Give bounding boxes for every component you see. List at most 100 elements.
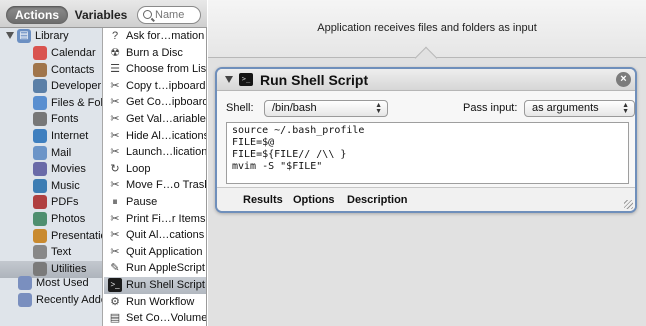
action-card-run-shell-script[interactable]: >_ Run Shell Script × Shell: /bin/bash ▲… — [215, 67, 637, 213]
library-root-label: Library — [35, 30, 69, 42]
workflow-area[interactable]: Application receives files and folders a… — [208, 0, 646, 326]
music-icon — [33, 178, 47, 193]
actions-tab[interactable]: Actions — [6, 6, 68, 24]
action-card-title: Run Shell Script — [260, 72, 369, 88]
library-item-label: Calendar — [51, 47, 96, 59]
action-item[interactable]: ✎ Run AppleScript — [104, 260, 206, 277]
library-item-label: Contacts — [51, 63, 95, 76]
workflow-receives-text: Application receives files and folders a… — [317, 22, 537, 34]
loop-icon: ↻ — [110, 162, 120, 175]
library-item[interactable]: Text — [0, 244, 102, 261]
quit-all-icon: ✂ — [110, 229, 120, 242]
action-item[interactable]: ⚙ Run Workflow — [104, 294, 206, 311]
library-item[interactable]: Mail — [0, 145, 102, 162]
action-item-label: Hide Al…ications — [126, 129, 207, 142]
library-list[interactable]: ▤ Library Calendar Contacts Developer Files… — [0, 28, 103, 326]
photos-icon — [33, 212, 47, 226]
action-item-label: Run Shell Script — [126, 279, 205, 291]
workflow-icon: ⚙ — [110, 295, 120, 308]
print-icon: ✂ — [110, 212, 120, 225]
pass-input-label: Pass input: — [463, 102, 518, 114]
launch-app-icon: ✂ — [110, 146, 120, 159]
text-icon — [33, 245, 47, 260]
action-item-label: Burn a Disc — [126, 46, 183, 59]
library-item-label: Music — [51, 179, 80, 192]
action-card-footer: Results Options Description — [217, 187, 635, 211]
library-item[interactable]: Presentations — [0, 228, 102, 245]
smart-group-label: Most Used — [36, 277, 89, 289]
pause-icon: ⏸ — [112, 196, 118, 208]
library-item[interactable]: Movies — [0, 161, 102, 178]
library-item-label: Text — [51, 246, 72, 259]
volume-icon: ▤ — [109, 312, 121, 325]
action-item[interactable]: ✂ Get Co…ipboard — [104, 94, 206, 111]
action-item-label: Ask for…mation — [126, 30, 205, 42]
fonts-icon — [33, 112, 47, 127]
close-icon[interactable]: × — [616, 72, 631, 87]
action-item[interactable]: ▤ Set Co…Volume — [104, 310, 207, 326]
action-item[interactable]: ✂ Quit Al…cations — [104, 227, 206, 244]
library-item[interactable]: Photos — [0, 211, 102, 228]
terminal-icon: >_ — [108, 278, 122, 292]
action-item-label: Quit Al…cations — [126, 229, 205, 242]
disclosure-triangle-icon[interactable] — [6, 32, 14, 39]
tab-description[interactable]: Description — [347, 194, 408, 206]
script-editor[interactable]: source ~/.bash_profile FILE=$@ FILE=${FI… — [226, 122, 629, 184]
pass-input-select[interactable]: as arguments ▲ ▼ — [524, 100, 635, 117]
action-item[interactable]: ✂ Hide Al…ications — [104, 128, 207, 145]
library-item[interactable]: Fonts — [0, 111, 102, 128]
utilities-icon — [33, 261, 47, 276]
library-icon: ▤ — [17, 29, 31, 43]
library-item[interactable]: Internet — [0, 128, 102, 145]
collapse-triangle-icon[interactable] — [225, 76, 233, 83]
trash-icon: ✂ — [110, 179, 120, 192]
library-item[interactable]: Developer — [0, 78, 102, 95]
library-item-label: Internet — [51, 130, 89, 142]
search-icon — [143, 10, 152, 19]
action-item-label: Move F…o Trash — [126, 179, 207, 192]
library-item[interactable]: Music — [0, 178, 102, 195]
library-item-label: Presentations — [51, 229, 102, 242]
smart-group-item[interactable]: Most Used — [0, 275, 102, 292]
library-root[interactable]: ▤ Library — [0, 28, 102, 45]
variables-tab[interactable]: Variables — [70, 6, 132, 24]
action-list[interactable]: ? Ask for…mation ☢ Burn a Disc ☰ Choose from … — [104, 28, 207, 326]
library-item-label: Files & Folders — [51, 96, 103, 109]
tab-results[interactable]: Results — [243, 194, 283, 206]
action-item[interactable]: ☰ Choose from List — [104, 61, 206, 78]
action-item[interactable]: ↻ Loop — [104, 161, 206, 178]
action-item[interactable]: ✂ Launch…lication — [104, 144, 206, 161]
action-item[interactable]: ✂ Get Val…ariable — [104, 111, 206, 128]
shell-select[interactable]: /bin/bash ▲ ▼ — [264, 100, 388, 117]
variable-icon: ✂ — [110, 113, 120, 125]
action-item-label: Set Co…Volume — [126, 312, 207, 325]
action-item[interactable]: ✂ Quit Application — [104, 244, 206, 261]
action-card-header[interactable]: >_ Run Shell Script × — [217, 69, 635, 91]
action-item[interactable]: >_ Run Shell Script — [104, 277, 206, 294]
action-item-label: Run AppleScript — [126, 262, 205, 275]
action-item[interactable]: ? Ask for…mation — [104, 28, 206, 45]
action-item[interactable]: ☢ Burn a Disc — [104, 45, 206, 62]
library-item[interactable]: PDFs — [0, 194, 102, 211]
library-item-label: PDFs — [51, 196, 79, 209]
tab-options[interactable]: Options — [293, 194, 335, 206]
search-input[interactable] — [155, 8, 199, 22]
choose-list-icon: ☰ — [110, 63, 120, 76]
resize-grip-icon[interactable] — [624, 200, 633, 209]
finder-icon — [33, 95, 47, 110]
library-item-label: Utilities — [51, 262, 87, 275]
search-field[interactable] — [137, 6, 201, 24]
quit-app-icon: ✂ — [110, 245, 120, 258]
action-item-label: Pause — [126, 196, 158, 208]
action-item[interactable]: ✂ Print Fi…r Items — [104, 211, 206, 228]
library-item[interactable]: Calendar — [0, 45, 102, 62]
presentation-icon — [33, 228, 47, 243]
action-item[interactable]: ⏸ Pause — [104, 194, 206, 211]
action-item[interactable]: ✂ Move F…o Trash — [104, 177, 207, 194]
library-item[interactable]: Contacts — [0, 62, 102, 79]
contacts-icon — [33, 62, 47, 77]
smart-group-item[interactable]: Recently Added — [0, 292, 102, 309]
action-item[interactable]: ✂ Copy t…ipboard — [104, 78, 206, 95]
select-arrows-icon: ▲ ▼ — [375, 102, 382, 115]
library-item[interactable]: Files & Folders — [0, 95, 103, 112]
